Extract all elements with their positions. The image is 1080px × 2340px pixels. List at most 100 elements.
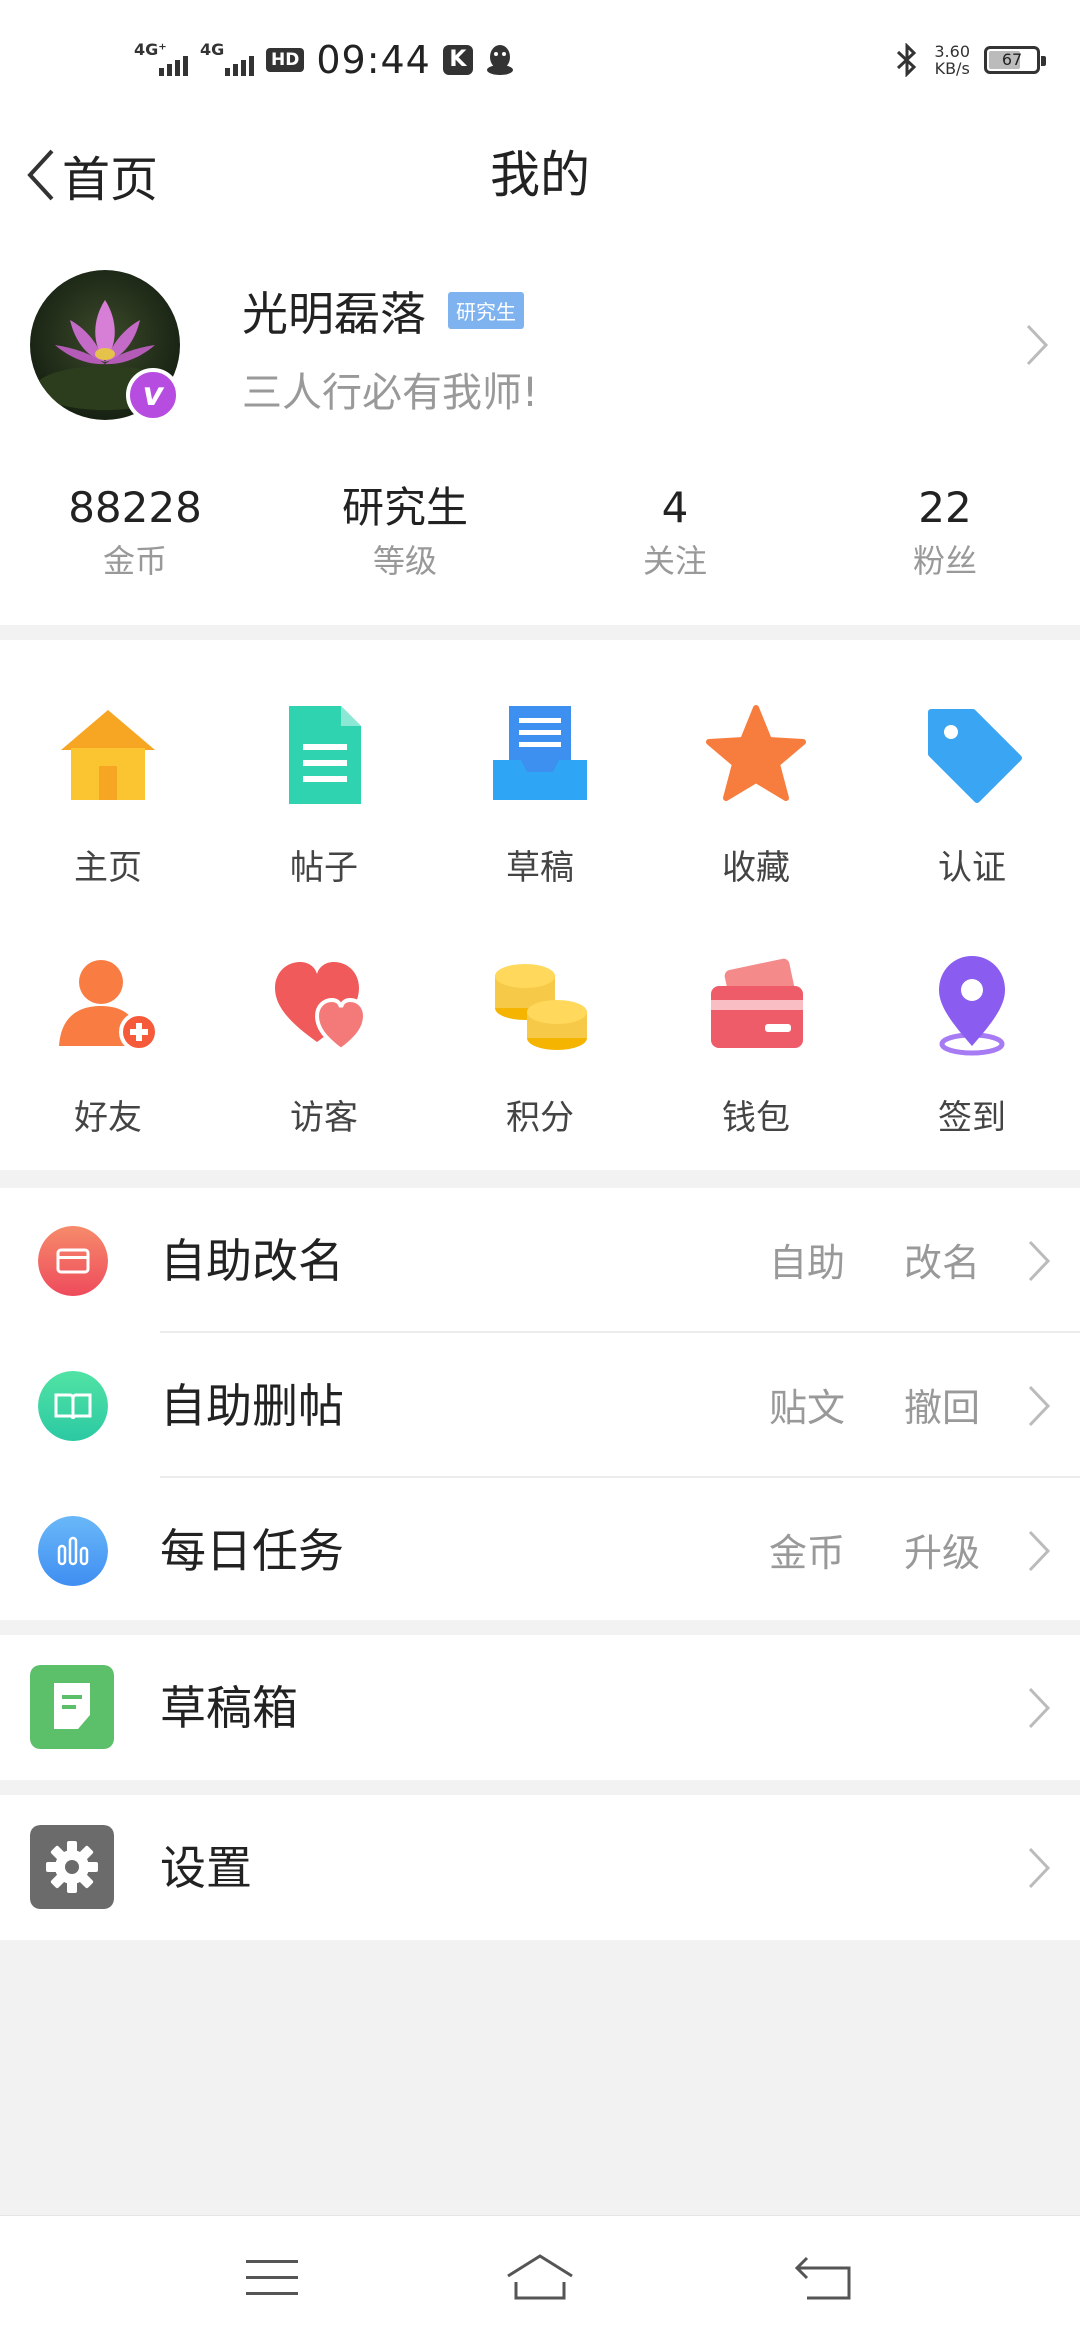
battery-icon: 67 [984, 46, 1046, 74]
grid-label: 认证 [938, 848, 1006, 888]
grid-item-posts[interactable]: 帖子 [216, 700, 432, 950]
profile-card: v 光明磊落 研究生 三人行必有我师! 88228 金币 研究生 等级 4 关注… [0, 230, 1080, 625]
chevron-right-icon[interactable] [1024, 322, 1050, 368]
stat-value: 22 [918, 483, 972, 532]
network-speed: 3.60 KB/s [934, 43, 970, 77]
grid-item-drafts[interactable]: 草稿 [432, 700, 648, 950]
chevron-right-icon [1028, 1240, 1051, 1282]
stat-fans[interactable]: 22 粉丝 [810, 480, 1080, 600]
profile-page: 4G⁺ 4G HD 09:44 K 3.60 KB/s 67 首页 我的 v 光… [0, 0, 1080, 2340]
page-title: 我的 [490, 146, 590, 204]
star-icon [706, 705, 806, 801]
bar-chart-icon [38, 1516, 108, 1586]
row-settings[interactable]: 设置 [0, 1795, 1080, 1940]
grid-item-verify[interactable]: 认证 [864, 700, 1080, 950]
grid-label: 签到 [938, 1098, 1006, 1138]
drafts-card: 草稿箱 [0, 1635, 1080, 1780]
grid-item-points[interactable]: 积分 [432, 950, 648, 1200]
chevron-right-icon [1028, 1385, 1051, 1427]
status-right: 3.60 KB/s 67 [894, 36, 1046, 84]
home-button-icon[interactable] [500, 2246, 580, 2310]
grid-label: 好友 [74, 1098, 142, 1138]
row-draft-box[interactable]: 草稿箱 [0, 1635, 1080, 1780]
back-nav-icon[interactable] [785, 2246, 865, 2310]
status-time: 09:44 [316, 38, 431, 82]
grid-label: 主页 [74, 848, 142, 888]
location-pin-icon [939, 956, 1005, 1056]
system-navigation-bar [0, 2215, 1080, 2340]
row-self-delete-post[interactable]: 自助删帖 贴文 撤回 [0, 1333, 1080, 1478]
level-tag: 研究生 [448, 292, 524, 329]
status-left: 4G⁺ 4G HD 09:44 K [134, 36, 515, 84]
row-title: 自助改名 [160, 1234, 344, 1288]
chevron-right-icon [1028, 1687, 1051, 1729]
hd-voice-icon: HD [266, 48, 305, 72]
row-title: 草稿箱 [160, 1681, 298, 1735]
visitor-hearts-icon [275, 962, 368, 1053]
k-app-icon: K [442, 45, 473, 75]
stat-coins[interactable]: 88228 金币 [0, 480, 270, 600]
row-tag: 金币 [768, 1531, 845, 1575]
username: 光明磊落 [242, 287, 426, 341]
row-self-rename[interactable]: 自助改名 自助 改名 [0, 1188, 1080, 1333]
feature-grid: 主页 帖子 草稿 收藏 认证 好友 访客 积分 钱包 签到 [0, 700, 1080, 1200]
grid-item-friends[interactable]: 好友 [0, 950, 216, 1200]
home-icon [61, 710, 155, 800]
stat-label: 关注 [642, 542, 707, 580]
grid-item-home[interactable]: 主页 [0, 700, 216, 950]
grid-item-favorites[interactable]: 收藏 [648, 700, 864, 950]
grid-item-visitors[interactable]: 访客 [216, 950, 432, 1200]
grid-label: 钱包 [722, 1098, 790, 1138]
row-tag: 撤回 [903, 1386, 980, 1430]
post-document-icon [289, 706, 361, 804]
row-title: 设置 [160, 1841, 252, 1895]
wallet-icon [711, 958, 803, 1048]
draft-box-icon [30, 1665, 114, 1749]
status-bar: 4G⁺ 4G HD 09:44 K 3.60 KB/s 67 [0, 0, 1080, 120]
rename-card-icon [38, 1226, 108, 1296]
stat-value: 88228 [68, 483, 202, 532]
qq-penguin-icon [486, 45, 513, 75]
stat-label: 金币 [102, 542, 167, 580]
grid-item-checkin[interactable]: 签到 [864, 950, 1080, 1200]
coins-icon [495, 964, 587, 1050]
battery-level: 67 [1001, 50, 1023, 69]
stat-value: 研究生 [341, 483, 468, 532]
grid-label: 积分 [506, 1098, 574, 1138]
gear-icon [30, 1825, 114, 1909]
settings-card: 设置 [0, 1795, 1080, 1940]
grid-label: 帖子 [290, 848, 358, 888]
row-daily-tasks[interactable]: 每日任务 金币 升级 [0, 1478, 1080, 1623]
grid-label: 草稿 [506, 848, 574, 888]
menu-icon[interactable] [232, 2246, 312, 2310]
stat-following[interactable]: 4 关注 [540, 480, 810, 600]
add-friend-icon [59, 960, 159, 1052]
open-book-icon [38, 1371, 108, 1441]
row-tag: 贴文 [768, 1386, 845, 1430]
bluetooth-icon [897, 43, 917, 77]
stat-label: 等级 [372, 542, 437, 580]
header-bar: 首页 我的 [0, 120, 1080, 230]
network-type-label-2: 4G [200, 40, 225, 59]
stat-level[interactable]: 研究生 等级 [270, 480, 540, 600]
chevron-right-icon [1028, 1847, 1051, 1889]
speed-value: 3.60 [934, 42, 970, 61]
stats-row: 88228 金币 研究生 等级 4 关注 22 粉丝 [0, 480, 1080, 600]
verified-badge: v [126, 368, 180, 422]
user-signature: 三人行必有我师! [242, 370, 539, 416]
tools-list: 自助改名 自助 改名 自助删帖 贴文 撤回 每日任务 金币 升级 [0, 1188, 1080, 1620]
stat-label: 粉丝 [912, 542, 977, 580]
tag-icon [928, 709, 1022, 803]
grid-label: 收藏 [722, 848, 790, 888]
row-tag: 改名 [903, 1241, 980, 1285]
row-tag: 自助 [768, 1241, 845, 1285]
row-title: 自助删帖 [160, 1379, 344, 1433]
chevron-right-icon [1028, 1530, 1051, 1572]
draft-tray-icon [493, 706, 587, 800]
row-tag: 升级 [903, 1531, 980, 1575]
stat-value: 4 [661, 483, 689, 532]
grid-item-wallet[interactable]: 钱包 [648, 950, 864, 1200]
signal-4g-plus-icon: 4G⁺ [134, 40, 188, 80]
grid-label: 访客 [290, 1098, 358, 1138]
signal-4g-icon: 4G [200, 40, 254, 80]
